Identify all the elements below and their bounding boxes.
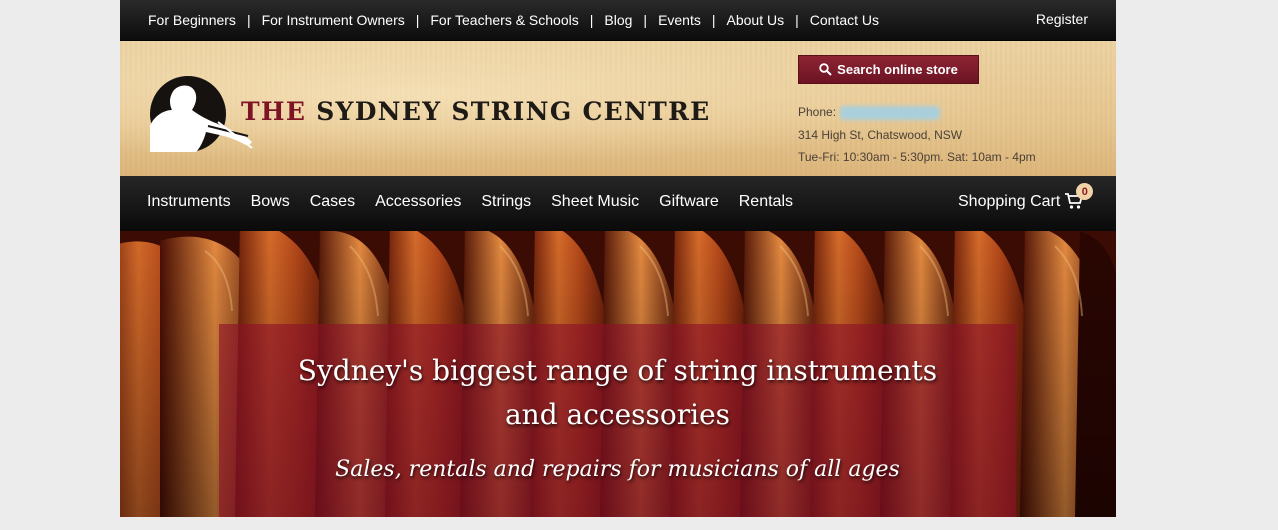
store-contact-info: Phone: 314 High St, Chatswood, NSW Tue-F… [798,101,1036,169]
top-nav-link-contact-us[interactable]: Contact Us [810,12,879,28]
store-hours: Tue-Fri: 10:30am - 5:30pm. Sat: 10am - 4… [798,150,1036,164]
separator: | [795,12,799,28]
top-nav-link-instrument-owners[interactable]: For Instrument Owners [262,12,405,28]
top-nav-link-events[interactable]: Events [658,12,701,28]
site-header: THE SYDNEY STRING CENTRE Search online s… [120,41,1116,176]
search-icon [819,63,832,76]
store-address: 314 High St, Chatswood, NSW [798,127,963,142]
logo-name: SYDNEY STRING CENTRE [316,97,711,126]
hero-banner: Sydney's biggest range of string instrum… [120,231,1116,517]
hero-title-line-2: and accessories [504,398,731,431]
logo-the: THE [241,97,307,126]
nav-item-bows[interactable]: Bows [251,193,290,211]
page: For Beginners | For Instrument Owners | … [120,0,1116,517]
site-logo-text[interactable]: THE SYDNEY STRING CENTRE [241,97,711,126]
cart-count-badge: 0 [1076,183,1094,200]
shopping-cart-icon: 0 [1064,183,1094,212]
nav-item-strings[interactable]: Strings [481,193,531,211]
register-link[interactable]: Register [1036,0,1088,38]
top-nav-link-blog[interactable]: Blog [604,12,632,28]
top-nav-link-beginners[interactable]: For Beginners [148,12,236,28]
phone-line: Phone: [798,101,1036,124]
separator: | [415,12,420,28]
search-store-button[interactable]: Search online store [798,55,979,84]
top-bar: For Beginners | For Instrument Owners | … [120,0,1116,41]
top-nav-link-teachers-schools[interactable]: For Teachers & Schools [430,12,578,28]
nav-item-rentals[interactable]: Rentals [739,193,793,211]
phone-label: Phone: [798,105,837,119]
phone-number-redacted [840,105,941,120]
nav-item-cases[interactable]: Cases [310,193,355,211]
top-nav-link-about-us[interactable]: About Us [727,12,785,28]
separator: | [246,12,251,28]
shopping-cart-label: Shopping Cart [958,193,1061,210]
separator: | [589,12,594,28]
search-store-label: Search online store [837,62,958,77]
nav-item-instruments[interactable]: Instruments [147,193,231,211]
top-nav: For Beginners | For Instrument Owners | … [148,0,879,40]
nav-item-giftware[interactable]: Giftware [659,193,719,211]
hero-title-line-1: Sydney's biggest range of string instrum… [297,354,938,387]
hero-subtitle: Sales, rentals and repairs for musicians… [335,457,900,482]
hero-title: Sydney's biggest range of string instrum… [219,349,1016,437]
shopping-cart-link[interactable]: Shopping Cart 0 [958,176,1094,228]
nav-item-accessories[interactable]: Accessories [375,193,461,211]
nav-item-sheet-music[interactable]: Sheet Music [551,193,639,211]
separator: | [643,12,648,28]
category-menu: Instruments Bows Cases Accessories Strin… [147,176,813,228]
separator: | [711,12,716,28]
main-nav: Instruments Bows Cases Accessories Strin… [120,176,1116,231]
